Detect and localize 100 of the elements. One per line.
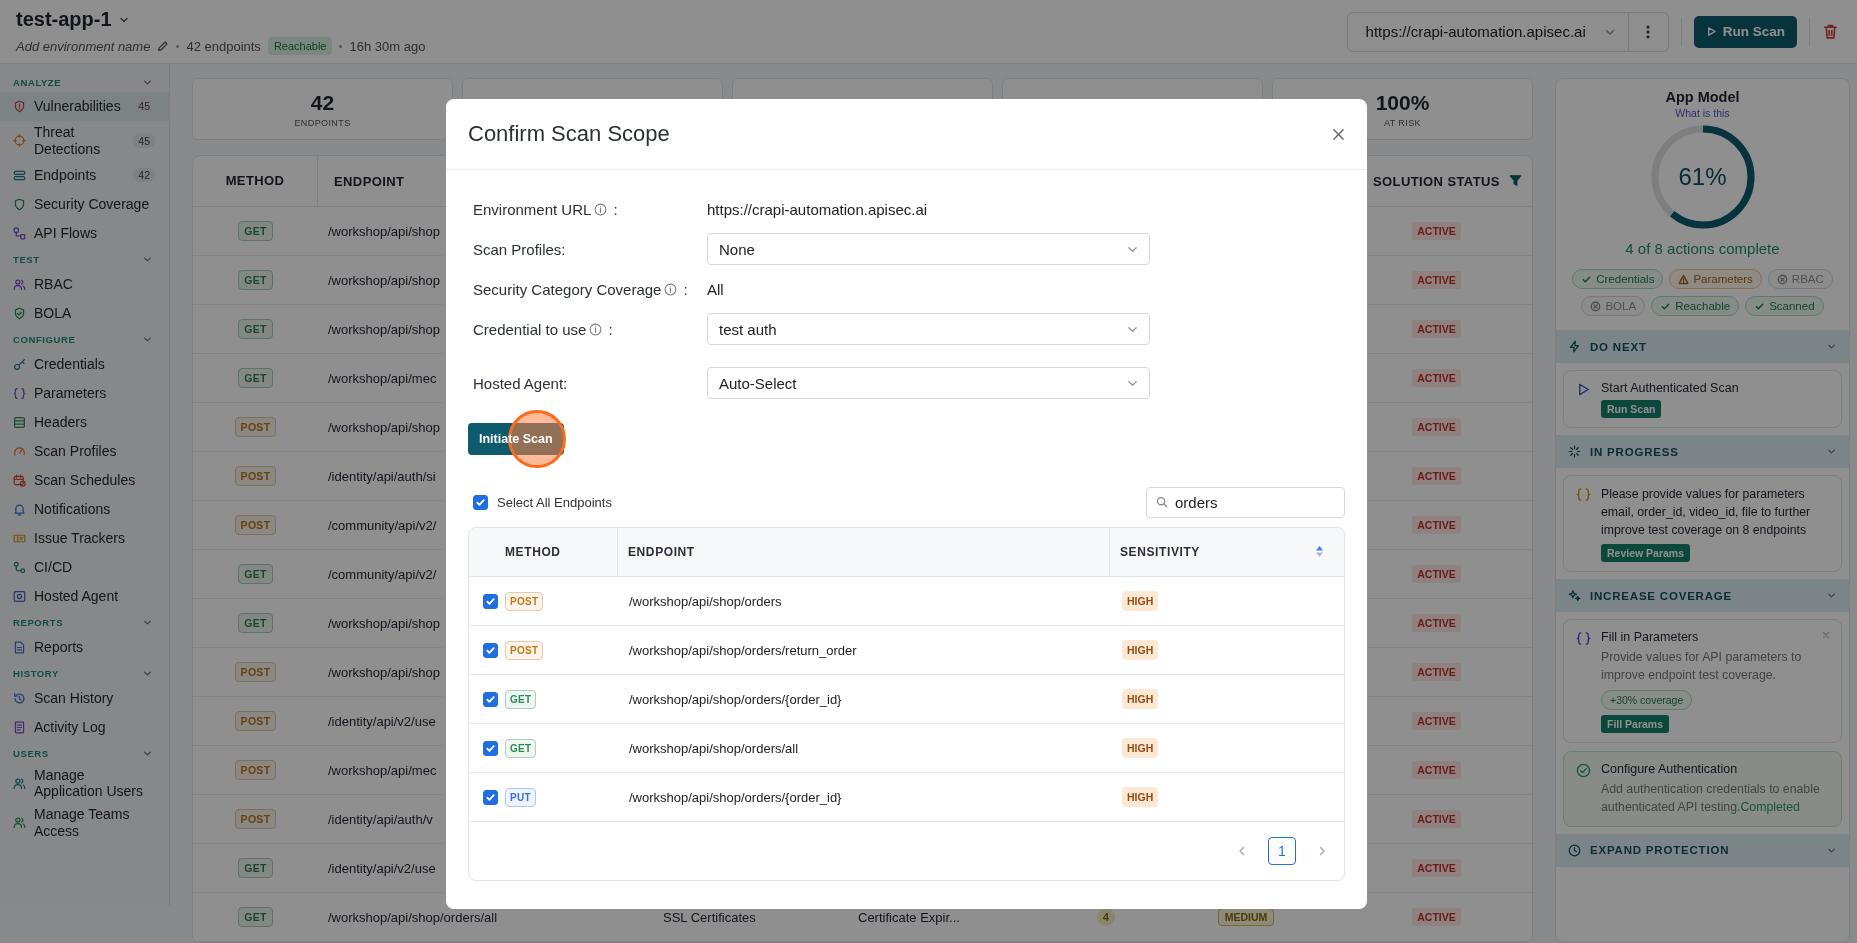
- close-icon[interactable]: [1332, 127, 1345, 141]
- sidebar-item[interactable]: Reports: [0, 632, 169, 662]
- users-icon: [13, 816, 26, 830]
- checkbox[interactable]: [473, 495, 488, 510]
- sidebar-item[interactable]: Headers: [0, 407, 169, 437]
- environment-select[interactable]: https://crapi-automation.apisec.ai: [1346, 11, 1629, 52]
- count-badge: 42: [133, 167, 155, 183]
- sidebar-item[interactable]: CI/CD: [0, 552, 169, 582]
- sidebar-item[interactable]: Security Coverage: [0, 189, 169, 219]
- play-icon: [1576, 382, 1591, 397]
- bolt-icon: [1568, 340, 1581, 353]
- checkbox[interactable]: [482, 740, 498, 756]
- help-link[interactable]: What is this: [1675, 107, 1730, 119]
- sidebar-section-header[interactable]: CONFIGURE: [0, 329, 169, 350]
- dropdown-select[interactable]: test auth: [707, 313, 1150, 345]
- section-header[interactable]: IN PROGRESS: [1556, 435, 1849, 468]
- status-chip: RBAC: [1767, 269, 1833, 289]
- endpoint-path: /workshop/api/shop: [328, 664, 440, 680]
- dropdown-select[interactable]: None: [707, 233, 1150, 265]
- field-label: Credential to use: [473, 320, 587, 338]
- sidebar-section-header[interactable]: USERS: [0, 743, 169, 764]
- filter-icon[interactable]: [1509, 174, 1522, 187]
- sidebar-item[interactable]: Issue Trackers: [0, 523, 169, 553]
- column-header: ENDPOINT: [617, 528, 1109, 576]
- task-action-button[interactable]: Run Scan: [1601, 400, 1662, 418]
- search-field[interactable]: orders: [1146, 487, 1345, 518]
- method-tag: POST: [234, 466, 277, 486]
- sort-icon[interactable]: [1315, 545, 1324, 558]
- sidebar-item[interactable]: Parameters: [0, 378, 169, 408]
- dropdown-select[interactable]: Auto-Select: [707, 367, 1150, 399]
- sidebar-item[interactable]: Vulnerabilities 45: [0, 92, 169, 121]
- endpoint-path: /identity/api/auth/si: [328, 468, 436, 484]
- section-header[interactable]: INCREASE COVERAGE: [1556, 579, 1849, 613]
- page-button[interactable]: 1: [1268, 837, 1296, 865]
- check-icon: [484, 595, 496, 607]
- sidebar-item[interactable]: Manage Application Users: [0, 763, 169, 804]
- label-colon: :: [613, 200, 618, 218]
- task-title: Configure Authentication: [1601, 762, 1738, 777]
- check-icon: [484, 742, 496, 754]
- sidebar-item[interactable]: RBAC: [0, 269, 169, 299]
- sidebar-item[interactable]: Manage Teams Access: [0, 803, 169, 843]
- info-icon[interactable]: [589, 322, 603, 336]
- users-icon: [13, 776, 26, 790]
- stat-value: 100%: [1375, 90, 1430, 115]
- status-chip: Reachable: [1651, 296, 1740, 316]
- key-icon: [13, 357, 26, 371]
- field-value: https://crapi-automation.apisec.ai: [707, 200, 928, 218]
- search-icon: [1156, 496, 1168, 508]
- endpoint-path: /workshop/api/shop: [328, 321, 440, 337]
- label-colon: :: [683, 280, 688, 298]
- info-icon[interactable]: [594, 202, 608, 216]
- checkbox[interactable]: [482, 593, 498, 609]
- sidebar-item[interactable]: Notifications: [0, 494, 169, 524]
- endpoint-path: /workshop/api/shop/orders/all: [628, 740, 800, 756]
- checkbox[interactable]: [482, 691, 498, 707]
- method-tag: POST: [234, 711, 277, 731]
- sidebar-item[interactable]: API Flows: [0, 218, 169, 248]
- endpoint-path: /community/api/v2/: [328, 517, 437, 533]
- environment-name-prompt[interactable]: Add environment name: [16, 38, 151, 54]
- delete-icon[interactable]: [1822, 23, 1839, 40]
- column-header: ENDPOINT: [333, 173, 405, 189]
- column-header: METHOD: [505, 544, 562, 561]
- coverage-tag: +30% coverage: [1601, 690, 1693, 711]
- task-action-button[interactable]: Review Params: [1601, 544, 1691, 563]
- method-tag: GET: [238, 319, 273, 339]
- field-value: All: [707, 280, 724, 298]
- status-tag: ACTIVE: [1412, 761, 1461, 779]
- pencil-icon[interactable]: [157, 40, 170, 52]
- chevron-icon: [1826, 446, 1837, 457]
- more-icon: [1646, 23, 1651, 40]
- shield-icon: [13, 197, 26, 211]
- endpoint-path: /identity/api/v2/use: [328, 713, 436, 729]
- endpoint-path: /workshop/api/mec: [328, 370, 437, 386]
- app-title[interactable]: test-app-1: [16, 8, 112, 31]
- checkbox[interactable]: [482, 789, 498, 805]
- status-chip: Credentials: [1572, 269, 1664, 289]
- checkbox[interactable]: [482, 642, 498, 658]
- sidebar-item[interactable]: Hosted Agent: [0, 581, 169, 611]
- sidebar-section-header[interactable]: TEST: [0, 249, 169, 270]
- status-chip: Parameters: [1669, 269, 1762, 289]
- sidebar-item[interactable]: BOLA: [0, 298, 169, 328]
- info-icon[interactable]: [664, 282, 678, 296]
- spinner-icon: [1568, 445, 1581, 458]
- sidebar-item[interactable]: Scan History: [0, 683, 169, 713]
- check-icon: [484, 791, 496, 803]
- task-action-button[interactable]: Fill Params: [1601, 715, 1670, 734]
- sidebar-item[interactable]: Credentials: [0, 349, 169, 379]
- method-tag: GET: [238, 907, 273, 927]
- section-header[interactable]: DO NEXT: [1556, 330, 1849, 363]
- braces-icon: [1576, 487, 1591, 502]
- sidebar-item[interactable]: Scan Schedules: [0, 465, 169, 495]
- sidebar-item[interactable]: Threat Detections 45: [0, 121, 169, 161]
- sidebar-item[interactable]: Scan Profiles: [0, 436, 169, 466]
- sidebar-item[interactable]: Endpoints 42: [0, 160, 169, 190]
- sidebar-section-header[interactable]: HISTORY: [0, 663, 169, 684]
- sidebar-section-header[interactable]: ANALYZE: [0, 72, 169, 92]
- run-scan-button[interactable]: Run Scan: [1693, 15, 1797, 48]
- sidebar-section-header[interactable]: REPORTS: [0, 612, 169, 633]
- sidebar-item[interactable]: Activity Log: [0, 712, 169, 742]
- section-header[interactable]: EXPAND PROTECTION: [1556, 833, 1849, 867]
